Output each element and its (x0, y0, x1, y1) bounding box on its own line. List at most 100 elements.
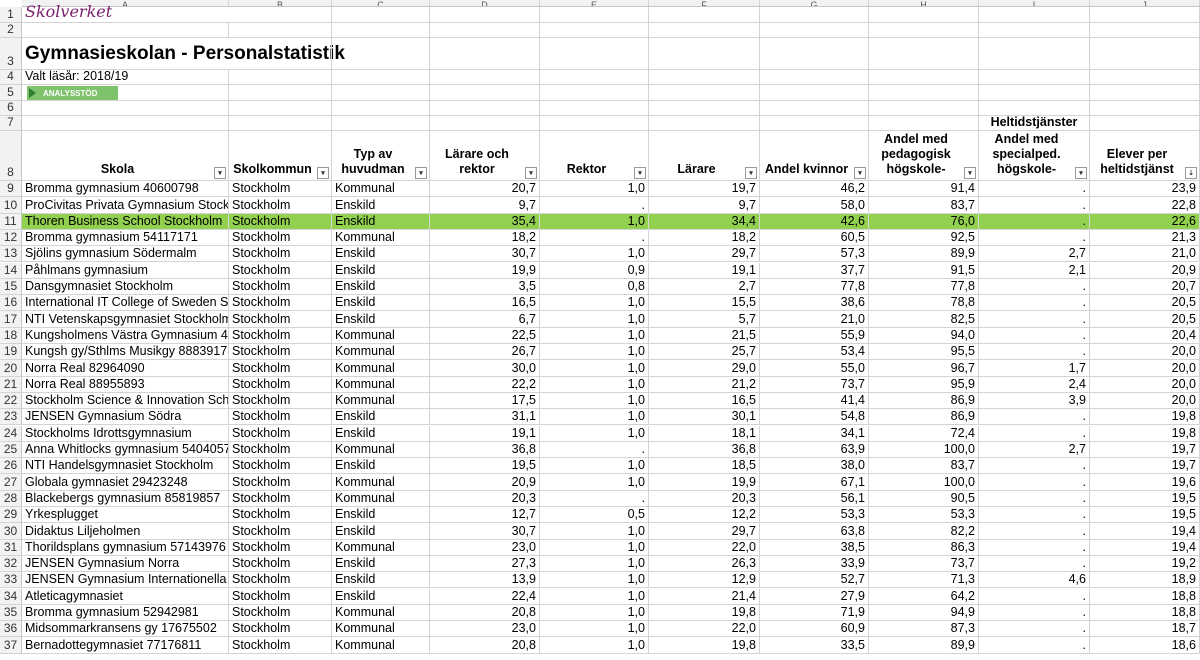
table-cell[interactable]: Stockholm (229, 376, 332, 393)
column-header-cell[interactable]: Skolkommun ▾ (229, 131, 332, 181)
row-number[interactable]: 5 (0, 85, 22, 101)
table-cell[interactable]: 96,7 (869, 360, 979, 377)
table-row[interactable]: 24 Stockholms Idrottsgymnasium Stockholm En… (0, 425, 1200, 442)
table-cell[interactable]: 3,9 (979, 392, 1090, 410)
row-number[interactable]: 37 (0, 637, 22, 654)
table-cell[interactable]: Stockholm (229, 327, 332, 344)
cell[interactable] (430, 7, 540, 23)
table-cell[interactable]: 19,7 (649, 181, 760, 198)
row-number[interactable]: 26 (0, 458, 22, 475)
table-cell[interactable]: . (979, 278, 1090, 296)
table-cell[interactable]: 38,5 (760, 539, 869, 556)
table-cell[interactable]: 16,5 (430, 295, 540, 312)
table-cell[interactable]: Enskild (332, 588, 430, 605)
table-cell[interactable]: . (979, 197, 1090, 214)
table-cell[interactable]: 19,9 (430, 262, 540, 279)
table-cell[interactable]: 20,8 (430, 604, 540, 622)
table-cell[interactable]: Kommunal (332, 474, 430, 491)
cell[interactable] (760, 101, 869, 116)
table-cell[interactable]: Enskild (332, 278, 430, 296)
table-cell[interactable]: 12,2 (649, 507, 760, 524)
cell[interactable] (979, 70, 1090, 85)
column-header-cell[interactable]: Andel med specialped. högskole- ▾ (979, 131, 1090, 181)
table-cell[interactable]: 0,8 (540, 278, 649, 296)
table-cell[interactable]: 87,3 (869, 621, 979, 638)
page-title[interactable]: Gymnasieskolan - Personalstatistik (22, 38, 345, 70)
table-cell[interactable]: 19,5 (1090, 507, 1200, 524)
table-cell[interactable]: 92,5 (869, 229, 979, 247)
cell[interactable] (332, 70, 430, 85)
table-cell[interactable]: . (540, 197, 649, 214)
table-cell[interactable]: Stockholm (229, 344, 332, 361)
table-cell[interactable]: 27,9 (760, 588, 869, 605)
table-cell[interactable]: Kommunal (332, 441, 430, 459)
cell[interactable] (649, 70, 760, 85)
column-header-c[interactable]: C (332, 0, 430, 7)
table-cell[interactable]: 53,4 (760, 344, 869, 361)
table-cell[interactable]: ProCivitas Privata Gymnasium Stockholm (22, 197, 229, 214)
table-row[interactable]: 9 Bromma gymnasium 40600798 Stockholm Kommu… (0, 181, 1200, 198)
table-cell[interactable]: Bromma gymnasium 40600798 (22, 181, 229, 198)
table-cell[interactable]: Stockholm (229, 588, 332, 605)
table-cell[interactable]: 0,5 (540, 507, 649, 524)
row-number[interactable]: 20 (0, 360, 22, 377)
row-number[interactable]: 4 (0, 69, 22, 85)
cell[interactable] (229, 7, 332, 23)
table-cell[interactable]: 100,0 (869, 474, 979, 491)
cell[interactable] (869, 85, 979, 101)
column-header-cell[interactable]: Lärare och rektor ▾ (430, 131, 540, 181)
table-cell[interactable]: 21,0 (760, 311, 869, 328)
cell[interactable] (869, 101, 979, 116)
table-cell[interactable]: 53,3 (760, 507, 869, 524)
table-cell[interactable]: 67,1 (760, 474, 869, 491)
table-cell[interactable]: Bernadottegymnasiet 77176811 (22, 637, 229, 654)
table-cell[interactable]: 33,5 (760, 637, 869, 654)
table-cell[interactable]: Stockholm (229, 523, 332, 540)
table-cell[interactable]: Kommunal (332, 344, 430, 361)
table-cell[interactable]: 19,7 (1090, 441, 1200, 459)
row-number[interactable]: 33 (0, 572, 22, 589)
table-cell[interactable]: 17,5 (430, 392, 540, 410)
row-number[interactable]: 30 (0, 523, 22, 540)
table-cell[interactable]: 53,3 (869, 507, 979, 524)
table-cell[interactable]: 1,0 (540, 604, 649, 622)
cell[interactable] (229, 101, 332, 116)
table-cell[interactable]: . (979, 474, 1090, 491)
table-cell[interactable]: 23,0 (430, 621, 540, 638)
cell[interactable] (229, 116, 332, 131)
sheet-row[interactable]: 6 (0, 100, 1200, 116)
table-cell[interactable]: 9,7 (430, 197, 540, 214)
table-row[interactable]: 20 Norra Real 82964090 Stockholm Kommunal 30… (0, 360, 1200, 377)
row-number[interactable]: 18 (0, 327, 22, 344)
column-header-h[interactable]: H (869, 0, 979, 7)
table-cell[interactable]: Stockholm (229, 262, 332, 279)
table-cell[interactable]: 18,9 (1090, 572, 1200, 589)
table-row[interactable]: 12 Bromma gymnasium 54117171 Stockholm Komm… (0, 229, 1200, 247)
table-cell[interactable]: 2,1 (979, 262, 1090, 279)
table-cell[interactable]: Kommunal (332, 539, 430, 556)
row-number[interactable]: 16 (0, 295, 22, 312)
table-cell[interactable]: 1,0 (540, 621, 649, 638)
row-number[interactable]: 3 (0, 38, 22, 70)
table-row[interactable]: 22 Stockholm Science & Innovation School S… (0, 392, 1200, 410)
table-cell[interactable]: 1,0 (540, 555, 649, 573)
filter-dropdown-icon[interactable]: ▾ (1075, 167, 1087, 179)
cell[interactable] (22, 101, 229, 116)
table-cell[interactable]: Kommunal (332, 604, 430, 622)
column-header-f[interactable]: F (649, 0, 760, 7)
table-cell[interactable]: 71,9 (760, 604, 869, 622)
table-cell[interactable]: 19,2 (1090, 555, 1200, 573)
sheet-row[interactable]: 1 Skolverket (0, 2, 1200, 23)
table-cell[interactable]: 29,7 (649, 523, 760, 540)
table-row[interactable]: 10ProCivitas Privata Gymnasium Stockholm… (0, 197, 1200, 214)
row-number[interactable]: 9 (0, 181, 22, 198)
cell[interactable] (229, 85, 332, 101)
table-cell[interactable]: 1,0 (540, 392, 649, 410)
table-row[interactable]: 27 Globala gymnasiet 29423248 Stockholm Kom… (0, 474, 1200, 491)
table-cell[interactable]: 94,0 (869, 327, 979, 344)
table-cell[interactable]: 19,5 (430, 458, 540, 475)
table-cell[interactable]: 58,0 (760, 197, 869, 214)
table-cell[interactable]: Stockholm Science & Innovation School (22, 392, 229, 410)
cell[interactable] (649, 85, 760, 101)
table-cell[interactable]: 2,7 (649, 278, 760, 296)
